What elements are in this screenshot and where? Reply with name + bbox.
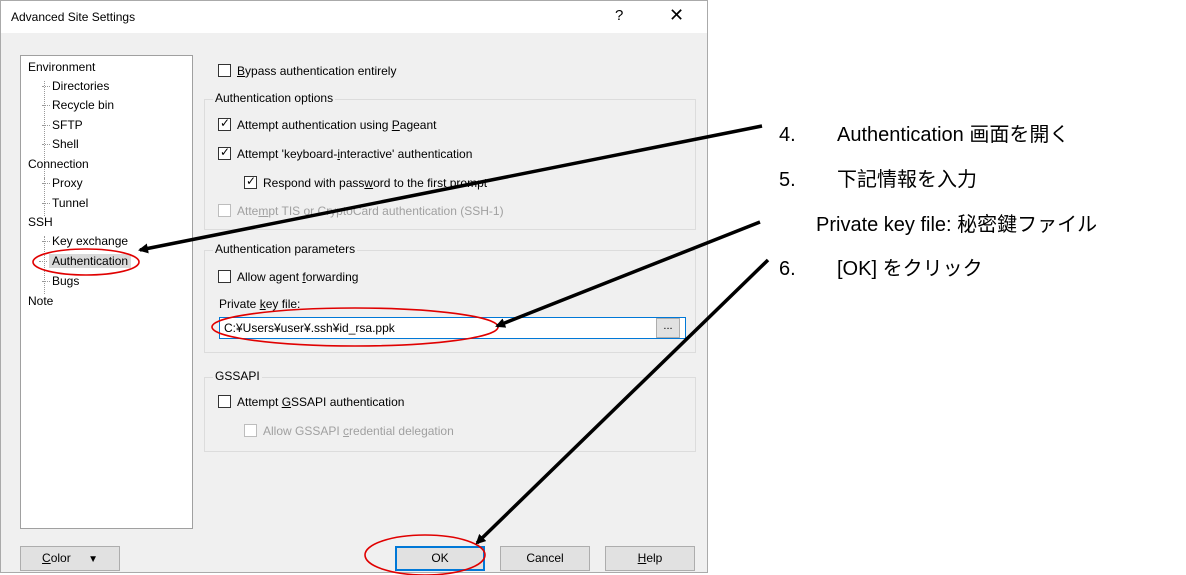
annotation-overlay bbox=[32, 124, 770, 575]
arrow-step-6 bbox=[475, 258, 770, 545]
arrow-step-5 bbox=[495, 220, 761, 328]
highlight-ok-button bbox=[364, 534, 486, 575]
arrow-step-4 bbox=[138, 124, 763, 254]
highlight-key-file bbox=[211, 307, 499, 347]
highlight-authentication bbox=[32, 248, 140, 276]
